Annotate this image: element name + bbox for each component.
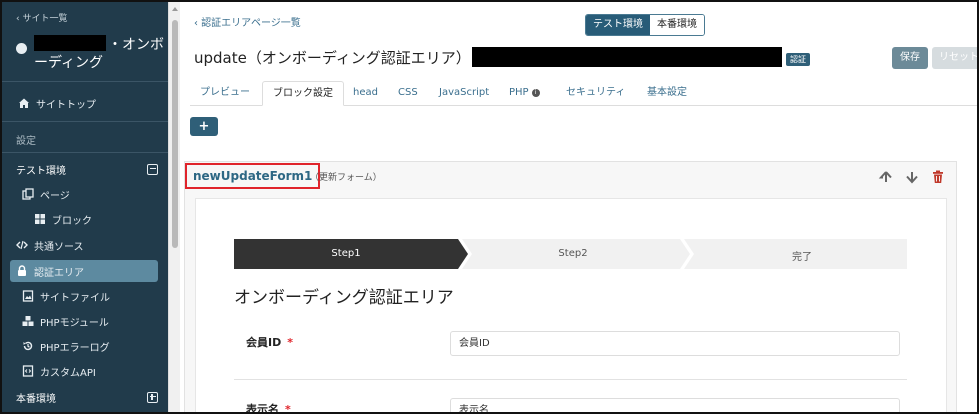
sidebar-divider [2, 81, 168, 82]
tab-block-settings[interactable]: ブロック設定 [262, 81, 344, 106]
blocks-icon [34, 213, 46, 225]
sidebar-item-auth-area[interactable]: 認証エリア [10, 260, 158, 282]
sidebar-scrollbar[interactable] [168, 2, 180, 412]
sidebar-item-site-top[interactable]: サイトトップ [2, 92, 168, 114]
block-name-highlight: newUpdateForm1 [185, 163, 321, 189]
block-panel-header: newUpdateForm1 （更新フォーム） [185, 162, 958, 192]
block-actions [878, 169, 946, 185]
form-preview: Step1 Step2 完了 オンボーディング認証エリア 会員ID * 会員ID … [195, 198, 947, 414]
redacted-title-part [472, 47, 782, 67]
block-panel: newUpdateForm1 （更新フォーム） Step1 Step2 完了 オ… [184, 161, 958, 414]
main-content: ‹ 認証エリアページ一覧 テスト環境 本番環境 update（オンボーディング認… [180, 2, 977, 414]
sidebar-item-label: ページ [40, 190, 70, 202]
collapse-icon[interactable] [147, 163, 158, 175]
sidebar-item-label: カスタムAPI [40, 367, 96, 379]
scrollbar-thumb[interactable] [172, 20, 178, 248]
block-subtitle: （更新フォーム） [310, 173, 382, 183]
code-file-icon [22, 365, 34, 377]
sidebar: ‹ サイト一覧 ・オンボ ーディング サイトトップ 設定 テスト環境 ページ ブ… [2, 2, 168, 412]
test-env-button[interactable]: テスト環境 [586, 15, 650, 35]
cubes-icon [22, 315, 34, 327]
tab-basic-settings[interactable]: 基本設定 [647, 81, 687, 106]
redacted-site-name [34, 35, 106, 51]
row-divider [234, 379, 907, 380]
site-name-suffix: ・オンボ [108, 37, 164, 53]
breadcrumb[interactable]: ‹ 認証エリアページ一覧 [194, 14, 301, 29]
display-name-input[interactable]: 表示名 [450, 398, 900, 412]
field-label-text: 会員ID [246, 336, 282, 349]
tab-php-label: PHP [509, 87, 529, 98]
tab-preview[interactable]: プレビュー [200, 81, 250, 106]
step-3-label: 完了 [792, 252, 812, 263]
arrow-down-icon[interactable] [904, 169, 920, 185]
history-icon [22, 340, 34, 352]
sidebar-divider [2, 152, 168, 153]
home-icon [18, 97, 30, 109]
code-icon [16, 239, 28, 251]
image-file-icon [22, 290, 34, 302]
sidebar-item-label: PHPモジュール [40, 317, 109, 329]
info-icon: i [531, 89, 540, 97]
tab-security[interactable]: セキュリティ [566, 81, 625, 106]
prod-env-group[interactable]: 本番環境 [16, 388, 158, 406]
sidebar-item-common-source[interactable]: 共通ソース [2, 234, 168, 256]
site-name-line2: ーディング [34, 55, 104, 71]
sidebar-item-site-files[interactable]: サイトファイル [2, 285, 168, 307]
step-indicator: Step1 Step2 完了 [234, 239, 907, 269]
test-env-label: テスト環境 [16, 165, 66, 177]
pages-icon [22, 188, 34, 200]
sidebar-item-label: サイトファイル [40, 292, 110, 304]
back-to-site-list-link[interactable]: ‹ サイト一覧 [16, 11, 67, 24]
environment-toggle: テスト環境 本番環境 [585, 14, 705, 36]
sidebar-item-label: PHPエラーログ [40, 342, 110, 354]
save-button[interactable]: 保存 [892, 47, 928, 69]
tab-head[interactable]: head [353, 81, 378, 106]
sidebar-item-label: 認証エリア [34, 267, 84, 279]
field-label-text: 表示名 [246, 403, 279, 414]
tab-php[interactable]: PHP i [509, 81, 540, 106]
app-window: ‹ サイト一覧 ・オンボ ーディング サイトトップ 設定 テスト環境 ページ ブ… [0, 0, 979, 414]
member-id-input[interactable]: 会員ID [450, 331, 900, 356]
add-block-button[interactable]: + [190, 117, 218, 136]
sidebar-item-label: ブロック [52, 215, 92, 227]
sidebar-divider [2, 121, 168, 122]
tab-javascript[interactable]: JavaScript [439, 81, 489, 106]
auth-badge: 認証 [786, 53, 810, 66]
sidebar-item-custom-api[interactable]: カスタムAPI [2, 360, 168, 382]
tab-css[interactable]: CSS [398, 81, 418, 106]
member-id-label: 会員ID * [246, 334, 293, 350]
site-name[interactable]: ・オンボ ーディング [16, 34, 166, 74]
display-name-label: 表示名 * [246, 401, 291, 414]
sidebar-item-label: サイトトップ [36, 99, 96, 111]
step-2-label: Step2 [558, 248, 588, 259]
page-title: update（オンボーディング認証エリア） [194, 49, 471, 67]
step-1-label: Step1 [331, 248, 361, 259]
sidebar-item-php-error-log[interactable]: PHPエラーログ [2, 335, 168, 357]
sidebar-item-pages[interactable]: ページ [2, 183, 168, 205]
prod-env-label: 本番環境 [16, 393, 56, 405]
required-mark: * [285, 403, 291, 414]
settings-heading: 設定 [16, 136, 36, 147]
block-name[interactable]: newUpdateForm1 [193, 169, 312, 183]
test-env-group[interactable]: テスト環境 [16, 160, 158, 178]
expand-icon[interactable] [147, 391, 158, 403]
sidebar-item-php-modules[interactable]: PHPモジュール [2, 310, 168, 332]
prod-env-button[interactable]: 本番環境 [650, 15, 704, 35]
sidebar-item-label: 共通ソース [34, 241, 84, 253]
trash-icon[interactable] [930, 169, 946, 185]
required-mark: * [287, 336, 293, 349]
lock-icon [16, 265, 28, 277]
scroll-up-icon[interactable] [172, 7, 178, 11]
sidebar-item-blocks[interactable]: ブロック [2, 208, 168, 230]
tab-bar: プレビュー ブロック設定 head CSS JavaScript PHP i セキ… [190, 81, 977, 106]
arrow-up-icon[interactable] [878, 169, 894, 185]
form-title: オンボーディング認証エリア [234, 288, 454, 308]
globe-icon [16, 43, 27, 54]
reset-button[interactable]: リセット [932, 47, 977, 69]
